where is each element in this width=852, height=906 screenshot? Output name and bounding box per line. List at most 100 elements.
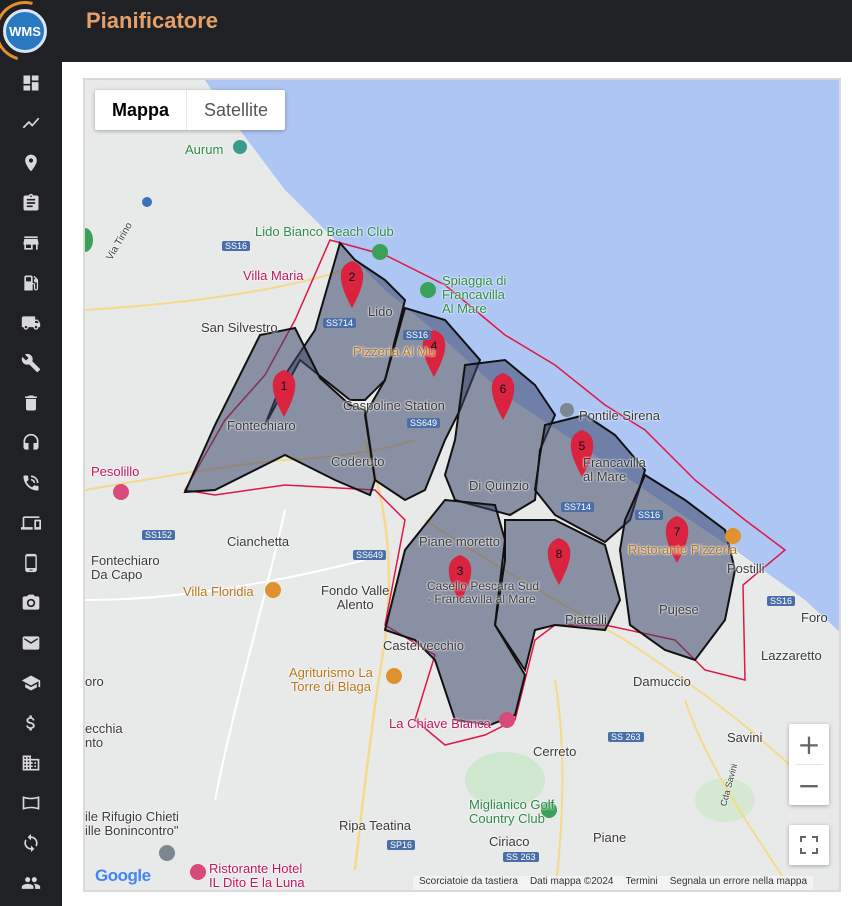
label-lido: Lido xyxy=(368,304,393,319)
label-fondo-valle: Fondo Valle Alento xyxy=(321,583,390,612)
map-type-map-button[interactable]: Mappa xyxy=(95,90,188,130)
nav-waste[interactable] xyxy=(14,386,48,420)
label-castelvecchio: Castelvecchio xyxy=(383,638,464,653)
google-logo[interactable]: Google xyxy=(95,866,151,886)
pontile-poi-icon[interactable] xyxy=(560,403,574,417)
pesolillo-poi-icon[interactable] xyxy=(113,484,129,500)
nav-training[interactable] xyxy=(14,666,48,700)
dashboard-icon xyxy=(23,75,39,91)
label-di-quinzio: Di Quinzio xyxy=(469,478,529,493)
lido-poi-icon[interactable] xyxy=(372,244,388,260)
nav-dashboard[interactable] xyxy=(14,66,48,100)
people-icon xyxy=(21,877,41,889)
marker-3-label: 3 xyxy=(457,564,464,578)
label-ristorante-pizzeria: Ristorante Pizzeria xyxy=(628,542,738,557)
marker-2-label: 2 xyxy=(349,270,356,284)
road-badge: SS714 xyxy=(323,318,357,328)
marker-1-label: 1 xyxy=(281,379,288,393)
nav-sync[interactable] xyxy=(14,826,48,860)
agriturismo-poi-icon[interactable] xyxy=(386,668,402,684)
keyboard-shortcuts-link[interactable]: Scorciatoie da tastiera xyxy=(419,876,518,890)
label-damuccio: Damuccio xyxy=(633,674,691,689)
label-aurum: Aurum xyxy=(185,142,224,157)
headset-icon xyxy=(23,433,39,450)
zoom-out-button[interactable]: − xyxy=(789,765,829,805)
map-attribution: Scorciatoie da tastiera Dati mappa ©2024… xyxy=(413,876,814,890)
map-type-control: Mappa Satellite xyxy=(95,90,286,130)
hotel-poi-icon[interactable] xyxy=(499,712,515,728)
main-content: 1 2 3 4 5 6 7 8 Aurum Lido Bianco Beach … xyxy=(62,62,852,906)
nav-camera[interactable] xyxy=(14,586,48,620)
nav-panorama[interactable] xyxy=(14,786,48,820)
label-pizzeria: Pizzeria Al Mu xyxy=(353,344,436,359)
mail-icon xyxy=(22,636,40,650)
sidebar: WMS xyxy=(0,0,66,906)
map-type-satellite-button[interactable]: Satellite xyxy=(187,90,285,130)
clipboard-icon xyxy=(23,193,39,211)
nav-mail[interactable] xyxy=(14,626,48,660)
nav-users[interactable] xyxy=(14,866,48,900)
label-vecchia: ecchia nto xyxy=(85,721,123,750)
mobile-icon xyxy=(25,553,37,573)
fullscreen-button[interactable] xyxy=(789,825,829,865)
map-pin-icon xyxy=(25,154,37,172)
zoom-in-button[interactable]: + xyxy=(789,724,829,764)
app-logo[interactable]: WMS xyxy=(3,9,47,53)
dollar-icon xyxy=(26,715,35,731)
nav-devices[interactable] xyxy=(14,506,48,540)
nav-calls[interactable] xyxy=(14,466,48,500)
road-badge: SS16 xyxy=(222,241,251,251)
road-badge: SS 263 xyxy=(503,852,539,862)
nav-fuel[interactable] xyxy=(14,266,48,300)
nav-locations[interactable] xyxy=(14,146,48,180)
nav-mobile[interactable] xyxy=(14,546,48,580)
label-ristorante-hotel: Ristorante Hotel IL Dito E la Luna xyxy=(209,861,305,890)
road-badge: SS16 xyxy=(403,330,432,340)
label-cianchetta: Cianchetta xyxy=(227,534,290,549)
map-data-label: Dati mappa ©2024 xyxy=(529,876,614,887)
nav-support[interactable] xyxy=(14,426,48,460)
nav-maintenance[interactable] xyxy=(14,346,48,380)
road-badge: SS16 xyxy=(635,510,664,520)
aurum-poi-icon[interactable] xyxy=(233,140,247,154)
label-piane: Piane xyxy=(593,830,627,845)
transit-icon[interactable] xyxy=(142,197,152,207)
label-pontile: Pontile Sirena xyxy=(579,408,660,423)
truck-icon xyxy=(21,316,41,330)
school-icon xyxy=(21,675,41,691)
nav-tasks[interactable] xyxy=(14,186,48,220)
terms-link[interactable]: Termini xyxy=(625,876,657,890)
beach-poi-icon[interactable] xyxy=(420,282,436,298)
label-coderuto: Coderuto xyxy=(331,454,385,469)
label-fontechiaro: Fontechiaro xyxy=(227,418,296,433)
label-spiaggia: Spiaggia di Francavilla Al Mare xyxy=(442,273,507,316)
label-pesolillo: Pesolillo xyxy=(91,464,140,479)
nav-buildings[interactable] xyxy=(14,746,48,780)
label-cerreto: Cerreto xyxy=(533,744,577,759)
marker-5-label: 5 xyxy=(579,439,586,453)
rifugio-poi-icon[interactable] xyxy=(159,845,175,861)
nav-store[interactable] xyxy=(14,226,48,260)
restaurant-poi-icon[interactable] xyxy=(265,582,281,598)
top-bar: Pianificatore xyxy=(62,0,852,62)
marker-8-label: 8 xyxy=(556,547,563,561)
nav-analytics[interactable] xyxy=(14,106,48,140)
plus-icon: + xyxy=(797,727,821,761)
google-logo-text: Google xyxy=(95,866,151,885)
label-ciriaco: Ciriaco xyxy=(489,834,530,849)
phone-call-icon xyxy=(23,475,39,491)
label-lido-bianco: Lido Bianco Beach Club xyxy=(255,224,394,239)
ristorante-hotel-poi-icon[interactable] xyxy=(190,864,206,880)
panorama-icon xyxy=(22,796,40,810)
map-view[interactable]: 1 2 3 4 5 6 7 8 Aurum Lido Bianco Beach … xyxy=(83,78,841,892)
road-badge: SS152 xyxy=(142,530,176,540)
nav-fleet[interactable] xyxy=(14,306,48,340)
nav-billing[interactable] xyxy=(14,706,48,740)
label-oro: oro xyxy=(85,674,104,689)
label-pujese: Pujese xyxy=(659,602,699,617)
fuel-icon xyxy=(24,275,39,291)
road-badge: SS649 xyxy=(407,418,441,428)
label-san-silvestro: San Silvestro xyxy=(201,320,278,335)
report-error-link[interactable]: Segnala un errore nella mappa xyxy=(670,876,807,890)
label-la-chiave-bianca: La Chiave Bianca xyxy=(389,716,491,731)
